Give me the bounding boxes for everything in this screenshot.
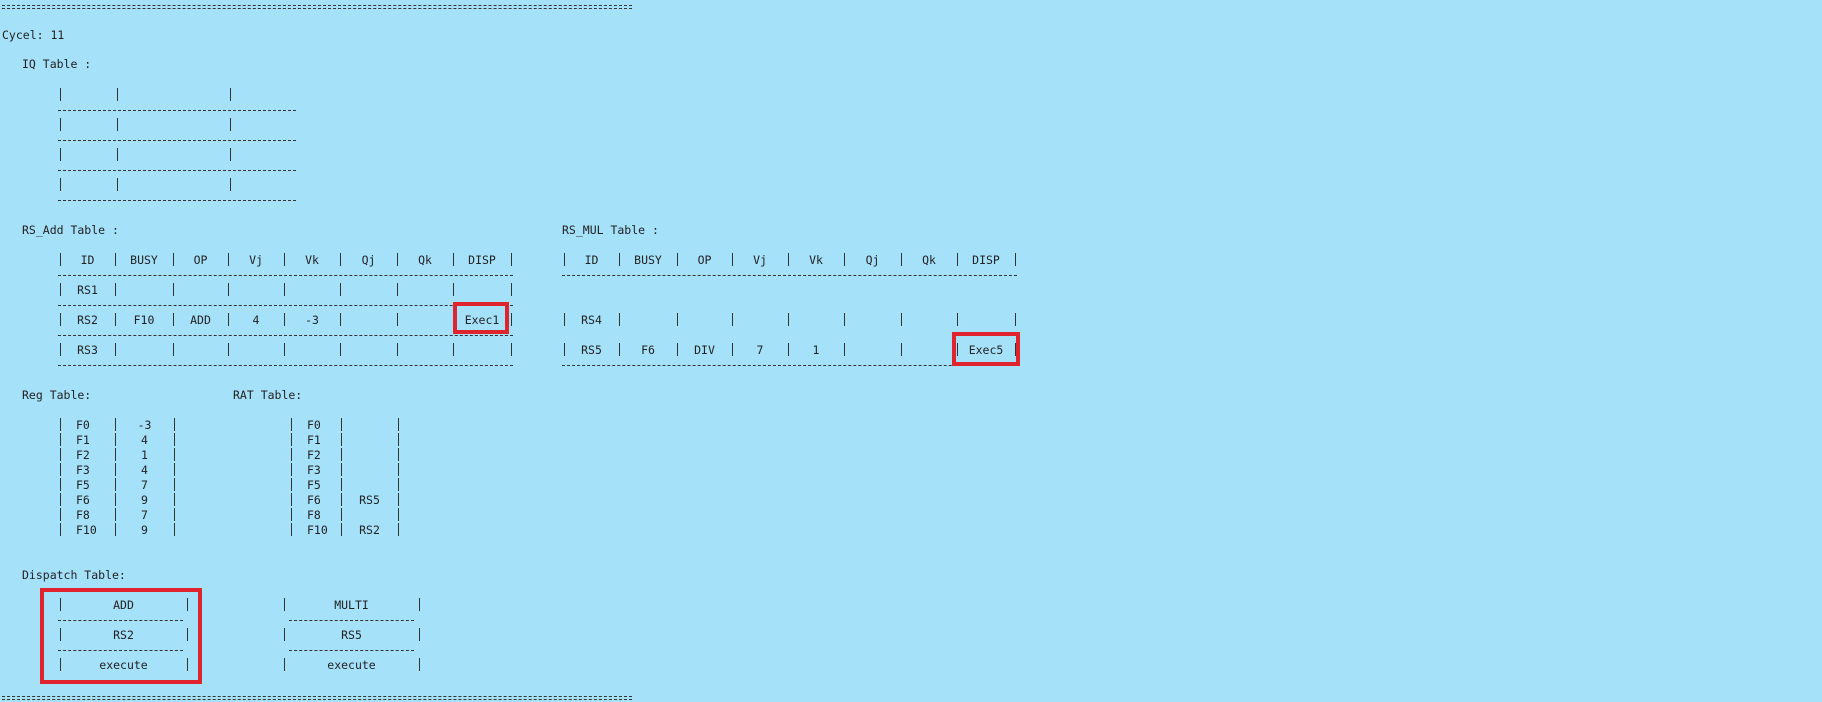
table-cell	[284, 283, 340, 297]
dispatch-multi-cell: MULTI	[334, 598, 369, 612]
rs-add-table-title: RS_Add Table :	[22, 223, 119, 237]
reg-value: RS5	[359, 493, 380, 507]
table-cell	[732, 313, 788, 327]
table-cell: RS3	[77, 343, 98, 357]
header-cell: Vk	[809, 253, 823, 267]
table-cell	[397, 283, 453, 297]
reg-value	[341, 478, 398, 492]
table-cell: RS4	[581, 313, 602, 327]
header-cell: Qk	[418, 253, 432, 267]
header-cell: BUSY	[130, 253, 158, 267]
highlight-exec1	[453, 302, 509, 334]
table-cell: -3	[305, 313, 319, 327]
reg-value: RS2	[359, 523, 380, 537]
table-cell: RS5	[581, 343, 602, 357]
top-separator	[2, 5, 632, 9]
table-cell	[228, 343, 284, 357]
reg-table-title: Reg Table:	[22, 388, 92, 402]
reg-value: 9	[141, 493, 148, 507]
header-cell: DISP	[468, 253, 496, 267]
dispatch-multi-cell: execute	[327, 658, 376, 672]
table-cell	[453, 283, 511, 297]
reg-value: 4	[141, 433, 148, 447]
table-cell: F10	[133, 313, 155, 327]
table-cell	[115, 283, 173, 297]
header-cell: BUSY	[634, 253, 662, 267]
header-cell: ID	[584, 253, 599, 267]
table-cell	[228, 283, 284, 297]
bottom-separator	[2, 696, 632, 700]
table-cell	[788, 313, 844, 327]
highlight-exec5	[952, 332, 1020, 366]
header-cell: ID	[80, 253, 95, 267]
header-cell: Vk	[305, 253, 319, 267]
reg-value: 4	[141, 463, 148, 477]
header-cell: OP	[697, 253, 712, 267]
table-cell	[115, 343, 173, 357]
table-cell	[340, 283, 397, 297]
reg-value: 9	[141, 523, 148, 537]
reg-value: 7	[141, 478, 148, 492]
cycle-label: Cycel: 11	[2, 28, 65, 42]
table-cell	[173, 283, 228, 297]
dispatch-table-title: Dispatch Table:	[22, 568, 126, 582]
header-cell: Qj	[361, 253, 376, 267]
table-cell	[844, 313, 901, 327]
reg-value: 7	[141, 508, 148, 522]
table-cell	[397, 343, 453, 357]
rs-mul-table-title: RS_MUL Table :	[562, 223, 659, 237]
header-cell: Vj	[753, 253, 767, 267]
table-cell: DIV	[694, 343, 715, 357]
header-cell: OP	[193, 253, 208, 267]
table-cell	[619, 313, 677, 327]
reg-value	[341, 433, 398, 447]
header-cell: Qj	[865, 253, 880, 267]
table-cell: 7	[756, 343, 764, 357]
table-cell: 4	[252, 313, 260, 327]
table-cell	[284, 343, 340, 357]
reg-value	[341, 508, 398, 522]
header-cell: Qk	[922, 253, 936, 267]
reg-value: -3	[137, 418, 152, 432]
iq-table-title: IQ Table :	[22, 57, 92, 71]
reg-value	[341, 463, 398, 477]
table-cell: ADD	[190, 313, 211, 327]
header-cell: Vj	[249, 253, 263, 267]
table-cell	[173, 343, 228, 357]
reg-value	[341, 418, 398, 432]
rat-table-title: RAT Table:	[233, 388, 303, 402]
table-cell	[340, 343, 397, 357]
reg-value	[341, 448, 398, 462]
table-cell: RS2	[77, 313, 98, 327]
table-cell	[844, 343, 901, 357]
table-cell	[340, 313, 397, 327]
reg-value: 1	[141, 448, 148, 462]
table-cell	[957, 313, 1015, 327]
highlight-dispatch-add	[40, 588, 202, 684]
table-cell: RS1	[77, 283, 98, 297]
table-cell	[397, 313, 453, 327]
table-cell	[677, 313, 732, 327]
header-cell: DISP	[972, 253, 1000, 267]
table-cell	[901, 343, 957, 357]
table-cell	[901, 313, 957, 327]
table-cell: 1	[812, 343, 820, 357]
table-cell	[453, 343, 511, 357]
table-cell: F6	[641, 343, 655, 357]
dispatch-multi-cell: RS5	[341, 628, 362, 642]
